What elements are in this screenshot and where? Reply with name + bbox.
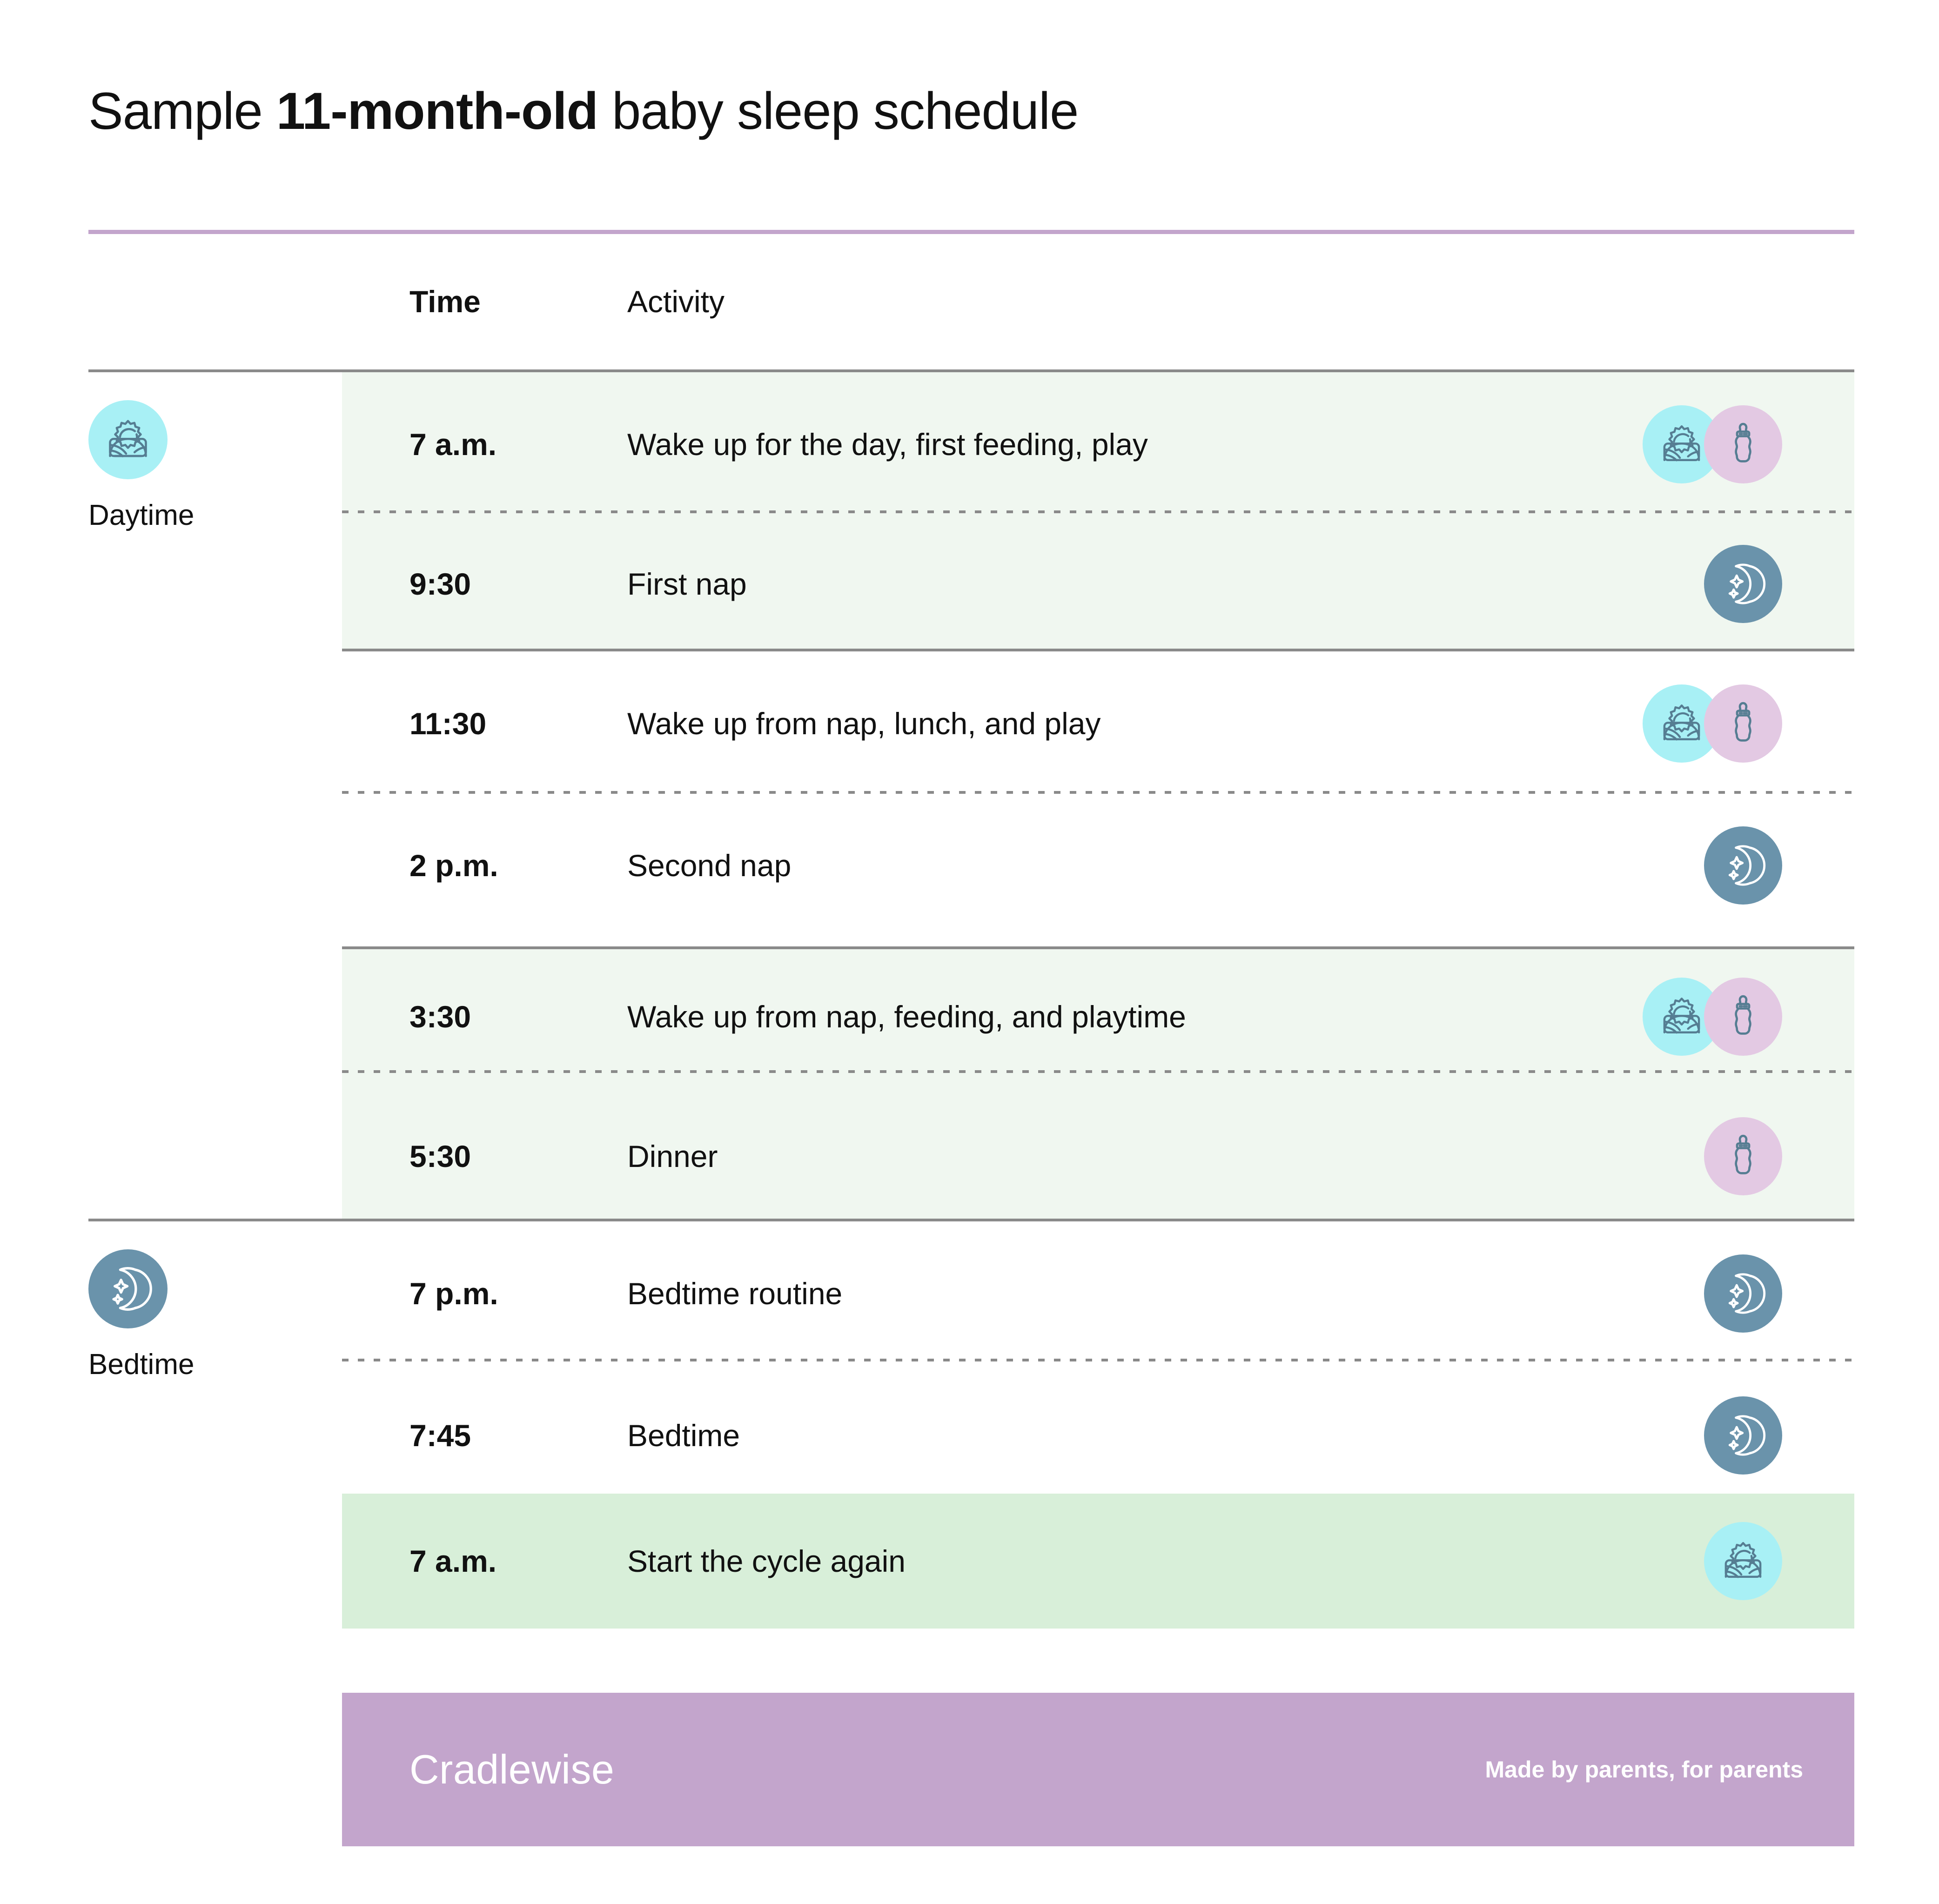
table-row[interactable]: 7 a.m. Start the cycle again: [88, 1515, 1854, 1608]
title-highlight: 11-month-old: [276, 82, 598, 140]
baby-bottle-icon: [1704, 978, 1782, 1056]
baby-bottle-icon: [1704, 684, 1782, 763]
sleep-schedule-infographic: Sample 11-month-old baby sleep schedule …: [0, 0, 1939, 1904]
table-row[interactable]: 11:30 Wake up from nap, lunch, and play: [88, 677, 1854, 770]
row-icons: [1704, 1396, 1782, 1475]
sunrise-icon: [1704, 1522, 1782, 1600]
rule-header-bottom: [88, 369, 1854, 372]
row-activity: Dinner: [627, 1139, 718, 1173]
footer-tagline: Made by parents, for parents: [1485, 1757, 1804, 1783]
baby-bottle-icon: [1704, 1117, 1782, 1195]
table-row[interactable]: 7 p.m. Bedtime routine: [88, 1247, 1854, 1340]
page-title: Sample 11-month-old baby sleep schedule: [88, 81, 1079, 141]
moon-icon: [1704, 826, 1782, 905]
row-activity: Wake up from nap, feeding, and playtime: [627, 999, 1186, 1034]
row-time: 11:30: [409, 706, 487, 741]
row-activity: First nap: [627, 567, 747, 601]
row-activity: Second nap: [627, 848, 792, 883]
footer-bar: Cradlewise Made by parents, for parents: [342, 1693, 1854, 1846]
row-icons: [1643, 405, 1782, 483]
rule-section-divider: [88, 1219, 1854, 1221]
row-icons: [1704, 826, 1782, 905]
table-header: Time Activity: [88, 275, 1854, 372]
section-daytime-label: Daytime: [88, 499, 195, 531]
row-icons: [1643, 978, 1782, 1056]
table-row[interactable]: 9:30 First nap: [88, 537, 1854, 630]
table-row[interactable]: 3:30 Wake up from nap, feeding, and play…: [88, 970, 1854, 1063]
row-time: 7 p.m.: [409, 1276, 498, 1311]
row-time: 7:45: [409, 1418, 471, 1453]
row-time: 9:30: [409, 567, 471, 601]
section-bedtime-label: Bedtime: [88, 1348, 195, 1381]
row-icons: [1643, 684, 1782, 763]
rule-row7-row8: [342, 1359, 1854, 1361]
column-header-time: Time: [409, 284, 481, 319]
title-divider: [88, 230, 1854, 234]
row-icons: [1704, 1522, 1782, 1600]
rule-row2-row3: [342, 649, 1854, 651]
row-icons: [1704, 545, 1782, 623]
row-activity: Bedtime routine: [627, 1276, 843, 1311]
row-icons: [1704, 1117, 1782, 1195]
row-activity: Wake up for the day, first feeding, play: [627, 427, 1148, 462]
row-time: 7 a.m.: [409, 1544, 497, 1578]
row-activity: Wake up from nap, lunch, and play: [627, 706, 1101, 741]
table-row[interactable]: 2 p.m. Second nap: [88, 819, 1854, 912]
row-time: 2 p.m.: [409, 848, 498, 883]
baby-bottle-icon: [1704, 405, 1782, 483]
row-activity: Start the cycle again: [627, 1544, 906, 1578]
brand-logo: Cradlewise: [409, 1746, 615, 1792]
rule-row5-row6: [342, 1070, 1854, 1073]
row-time: 3:30: [409, 999, 471, 1034]
moon-icon: [1704, 1254, 1782, 1333]
moon-icon: [1704, 545, 1782, 623]
title-prefix: Sample: [88, 82, 276, 140]
rule-row3-row4: [342, 791, 1854, 794]
moon-icon: [1704, 1396, 1782, 1475]
table-row[interactable]: 7 a.m. Wake up for the day, first feedin…: [88, 398, 1854, 491]
row-icons: [1704, 1254, 1782, 1333]
table-row[interactable]: 7:45 Bedtime: [88, 1389, 1854, 1482]
row-time: 5:30: [409, 1139, 471, 1173]
column-header-activity: Activity: [627, 284, 725, 319]
rule-row4-row5: [342, 946, 1854, 949]
rule-row1-row2: [342, 510, 1854, 513]
row-activity: Bedtime: [627, 1418, 740, 1453]
row-time: 7 a.m.: [409, 427, 497, 462]
title-suffix: baby sleep schedule: [597, 82, 1079, 140]
table-row[interactable]: 5:30 Dinner: [88, 1110, 1854, 1203]
